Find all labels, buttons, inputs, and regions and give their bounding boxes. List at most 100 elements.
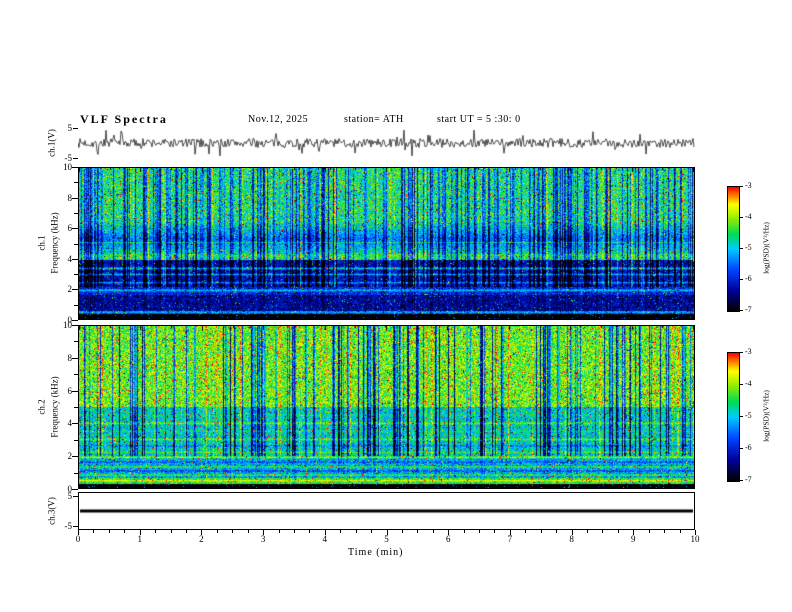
ch2-spectrogram-canvas [79,326,694,488]
time-minor-tick [479,530,481,533]
time-minor-tick [355,530,357,533]
time-minor-tick [108,530,110,533]
volt-tick-label: 5 [67,123,73,133]
volt-tick [73,526,78,527]
time-minor-tick [124,530,126,533]
freq-minor-tick [74,374,78,376]
freq-tick-label: 4 [67,253,73,264]
time-tick-label: 7 [507,534,513,544]
time-minor-tick [679,530,681,533]
time-minor-tick [155,530,157,533]
ch1-spectrogram-canvas [79,168,694,319]
time-tick [509,530,511,535]
ch1-spec-frequency-label: Frequency (kHz) [49,212,60,274]
freq-tick [72,456,78,458]
colorbar-1-canvas [727,186,740,312]
time-tick-label: 2 [199,534,204,544]
colorbar-tick [740,310,743,311]
freq-minor-tick [74,407,78,408]
time-minor-tick [617,530,619,533]
volt-tick-label: -5 [64,153,73,163]
vlf-spectra-figure: VLF Spectra Nov.12, 2025 station= ATH st… [0,0,792,612]
time-minor-tick [309,530,311,533]
freq-tick [72,320,78,321]
colorbar-2-label: log(PSD)(V²/Hz) [761,390,771,442]
time-tick-label: 6 [445,534,451,544]
freq-tick [72,167,78,168]
time-tick-label: 9 [631,534,636,544]
colorbar-tick [740,416,743,417]
time-minor-tick [93,530,95,533]
colorbar-tick [740,384,743,385]
colorbar-tick-label: -7 [745,305,752,314]
time-tick-label: 8 [569,534,574,544]
time-minor-tick [525,530,527,533]
freq-minor-tick [74,341,78,343]
freq-tick-label: 6 [67,223,73,234]
colorbar-tick-label: -5 [745,243,752,252]
time-tick [571,530,573,535]
time-minor-tick [556,530,558,533]
time-tick [386,530,388,535]
colorbar-tick-label: -4 [745,379,752,388]
freq-tick-label: 2 [67,451,73,462]
freq-minor-tick [74,243,78,245]
time-minor-tick [278,530,280,533]
freq-minor-tick [74,439,78,441]
ch2-spec-channel-label: ch.2 [36,399,47,415]
time-minor-tick [648,530,650,533]
colorbar-tick [740,352,743,353]
colorbar-1-label: log(PSD)(V²/Hz) [761,222,771,274]
colorbar-tick [740,217,743,218]
time-tick-label: 0 [75,534,81,544]
time-tick-label: 5 [384,534,389,544]
time-tick [324,530,326,535]
time-minor-tick [247,530,249,533]
ch2-spectrogram-panel [78,325,695,489]
freq-tick-label: 2 [67,284,73,295]
time-minor-tick [463,530,465,533]
freq-tick-label: 6 [67,385,73,396]
colorbar-2-canvas [727,352,740,482]
time-minor-tick [293,530,295,533]
freq-minor-tick [74,472,78,474]
time-minor-tick [417,530,419,533]
freq-tick-label: 8 [67,352,73,363]
time-minor-tick [340,530,342,533]
volt-tick [73,496,78,497]
time-minor-tick [371,530,373,533]
freq-tick [72,357,78,359]
colorbar-tick-label: -3 [745,347,752,356]
time-minor-tick [232,530,234,533]
time-tick [263,530,265,535]
time-tick-label: 4 [322,534,328,544]
freq-tick-label: 4 [67,418,73,429]
colorbar-tick-label: -7 [745,475,752,484]
freq-tick [72,289,78,291]
time-minor-tick [170,530,172,533]
freq-tick [72,489,78,490]
colorbar-tick [740,248,743,249]
time-tick-label: 10 [690,534,700,544]
ch1-waveform-canvas [78,124,695,162]
time-tick-label: 3 [260,534,266,544]
time-tick [695,530,696,535]
ch3-waveform-canvas [79,493,694,529]
time-tick-label: 1 [137,534,142,544]
colorbar-tick-label: -4 [745,212,752,221]
volt-tick-label: 5 [67,491,73,501]
volt-tick [73,128,78,129]
time-minor-tick [401,530,403,533]
volt-tick [73,158,78,159]
colorbar-tick [740,186,743,187]
freq-tick [72,423,78,425]
colorbar-tick [740,279,743,280]
time-tick [139,530,141,535]
time-tick [201,530,203,535]
time-minor-tick [216,530,218,533]
time-minor-tick [664,530,666,533]
freq-tick [72,325,78,326]
freq-tick-label: 10 [63,162,72,172]
volt-tick-label: -5 [64,521,73,531]
freq-tick [72,390,78,392]
